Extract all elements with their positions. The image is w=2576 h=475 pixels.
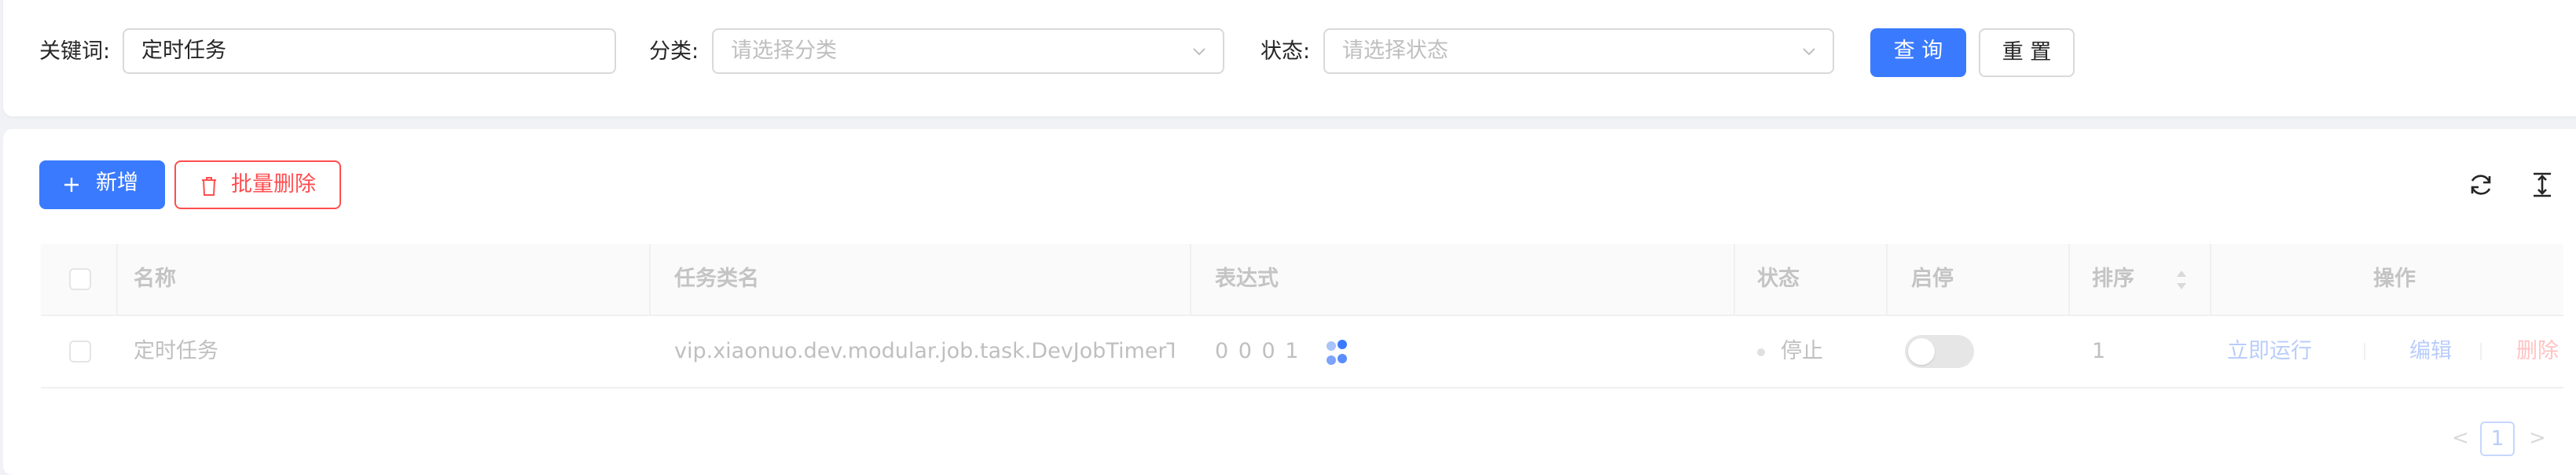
status-dot (1757, 348, 1765, 356)
keyword-label: 关键词: (39, 39, 111, 64)
header-name: 名称 (134, 267, 176, 291)
table-row: 定时任务 vip.xiaonuo.dev.modular.job.task.De… (41, 316, 2563, 388)
column-height-icon[interactable] (2529, 171, 2556, 198)
column-divider (649, 244, 651, 315)
add-button[interactable]: 新增 (39, 160, 165, 209)
enable-switch[interactable] (1905, 335, 1974, 368)
status-placeholder: 请选择状态 (1342, 39, 1448, 63)
select-all-checkbox[interactable] (69, 268, 91, 290)
switch-knob (1908, 338, 1935, 365)
column-divider (116, 244, 118, 315)
trash-icon (202, 177, 216, 196)
cell-status: 停止 (1757, 316, 1823, 387)
column-divider (1886, 244, 1888, 315)
reset-button[interactable]: 重 置 (1979, 28, 2075, 77)
column-divider (2210, 244, 2211, 315)
header-status: 状态 (1757, 267, 1800, 291)
run-now-link[interactable]: 立即运行 (2227, 316, 2312, 387)
chevron-down-icon (1803, 48, 1815, 56)
search-panel: 关键词: 定时任务 分类: 请选择分类 状态: 请选择状态 查 询 重 置 (3, 0, 2576, 116)
row-checkbox[interactable] (69, 341, 91, 363)
table-panel: 新增 批量删除 名称 任务类名 表达式 状态 启停 排序 操作 定时任务 vip… (3, 129, 2576, 475)
refresh-icon[interactable] (2468, 171, 2494, 198)
plus-icon (64, 178, 79, 192)
header-actions: 操作 (2373, 267, 2416, 291)
pagination-page-1[interactable]: 1 (2480, 422, 2515, 456)
column-divider (1190, 244, 1191, 315)
status-select[interactable]: 请选择状态 (1323, 28, 1834, 74)
query-button[interactable]: 查 询 (1870, 28, 1966, 77)
sort-icon[interactable] (2175, 269, 2188, 291)
header-sort[interactable]: 排序 (2092, 244, 2134, 315)
table-header: 名称 任务类名 表达式 状态 启停 排序 操作 (41, 244, 2563, 316)
status-text: 停止 (1781, 339, 1823, 363)
cell-sort: 1 (2092, 339, 2106, 363)
status-label: 状态: (1260, 39, 1311, 64)
header-toggle: 启停 (1911, 267, 1954, 291)
pagination-next[interactable]: > (2529, 426, 2546, 450)
category-placeholder: 请选择分类 (731, 39, 837, 63)
chevron-down-icon (1193, 48, 1205, 56)
batch-delete-button[interactable]: 批量删除 (174, 160, 341, 209)
cell-class-name: vip.xiaonuo.dev.modular.job.task.DevJobT… (674, 339, 1174, 363)
header-expression: 表达式 (1215, 267, 1279, 291)
category-label: 分类: (649, 39, 699, 64)
keyword-input[interactable]: 定时任务 (123, 28, 616, 74)
batch-delete-label: 批量删除 (231, 172, 316, 197)
delete-link[interactable]: 删除 (2516, 316, 2559, 387)
header-class-name: 任务类名 (674, 267, 759, 291)
column-divider (1734, 244, 1735, 315)
action-divider (2480, 343, 2482, 360)
column-divider (2068, 244, 2070, 315)
category-select[interactable]: 请选择分类 (712, 28, 1224, 74)
add-button-label: 新增 (96, 171, 138, 195)
action-divider (2364, 343, 2365, 360)
loading-spinner-icon (1327, 340, 1347, 365)
cell-name: 定时任务 (134, 339, 218, 363)
edit-link[interactable]: 编辑 (2409, 316, 2452, 387)
pagination-prev[interactable]: < (2452, 426, 2469, 450)
cell-expression: 0 0 0 1 (1215, 339, 1301, 363)
